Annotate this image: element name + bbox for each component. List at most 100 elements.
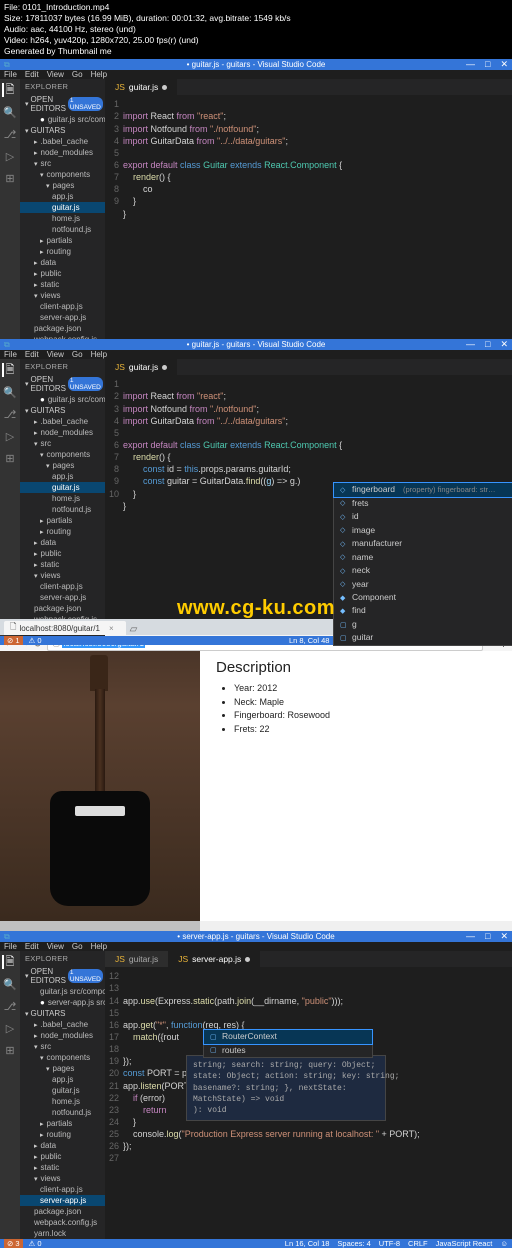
search-icon[interactable]: 🔍 — [3, 105, 17, 119]
tree-item[interactable]: server-app.js — [20, 1195, 105, 1206]
tree-item[interactable]: notfound.js — [20, 1107, 105, 1118]
tab-guitar-js[interactable]: JSguitar.js — [105, 359, 177, 375]
maximize-icon[interactable]: □ — [485, 931, 490, 942]
tree-item[interactable]: notfound.js — [20, 224, 105, 235]
tree-item[interactable]: ▸ routing — [20, 1129, 105, 1140]
tree-item[interactable]: home.js — [20, 213, 105, 224]
suggestion-item[interactable]: ◇year — [334, 578, 512, 591]
extensions-icon[interactable]: ⊞ — [3, 1043, 17, 1057]
tree-item[interactable]: ▾ components — [20, 449, 105, 460]
tree-item[interactable]: ▸ data — [20, 1140, 105, 1151]
tree-item[interactable]: webpack.config.js — [20, 1217, 105, 1228]
open-editor-file[interactable]: ●guitar.js src/components/... — [20, 394, 105, 405]
status-errors[interactable]: ⊘ 1 — [4, 636, 23, 645]
menu-view[interactable]: View — [47, 942, 64, 951]
open-editor-file[interactable]: ●guitar.js src/components/... — [20, 114, 105, 125]
project-header[interactable]: ▾GUITARS — [20, 1008, 105, 1019]
tree-item[interactable]: ▸ routing — [20, 246, 105, 257]
debug-icon[interactable]: ▷ — [3, 149, 17, 163]
tree-item[interactable]: server-app.js — [20, 592, 105, 603]
code-area[interactable]: 123456789 import React from "react"; imp… — [105, 95, 512, 356]
minimize-icon[interactable]: — — [466, 931, 475, 942]
open-editors-header[interactable]: ▾OPEN EDITORS1 UNSAVED — [20, 966, 105, 986]
chrome-tab[interactable]: 🗋localhost:8080/guitar/1× — [4, 621, 126, 635]
suggestion-item[interactable]: ◇fingerboard(property) fingerboard: str… — [333, 482, 512, 497]
tree-item[interactable]: guitar.js — [20, 202, 105, 213]
close-icon[interactable]: ✕ — [500, 59, 508, 70]
status-errors[interactable]: ⊘ 3 — [4, 1239, 23, 1248]
tree-item[interactable]: ▸ .babel_cache — [20, 136, 105, 147]
debug-icon[interactable]: ▷ — [3, 1021, 17, 1035]
menu-help[interactable]: Help — [91, 350, 107, 359]
suggestion-item[interactable]: ▢guitar — [334, 631, 512, 644]
tab-server-app-js[interactable]: JSserver-app.js — [168, 951, 260, 967]
minimize-icon[interactable]: — — [466, 59, 475, 70]
suggestion-item[interactable]: ◇manufacturer — [334, 537, 512, 550]
close-tab-icon[interactable]: × — [109, 624, 114, 633]
status-cursor[interactable]: Ln 8, Col 48 — [289, 636, 329, 645]
extensions-icon[interactable]: ⊞ — [3, 171, 17, 185]
debug-icon[interactable]: ▷ — [3, 429, 17, 443]
tree-item[interactable]: yarn.lock — [20, 1228, 105, 1239]
menu-file[interactable]: File — [4, 350, 17, 359]
status-cursor[interactable]: Ln 16, Col 18 — [285, 1239, 330, 1248]
close-icon[interactable]: ✕ — [500, 931, 508, 942]
menu-go[interactable]: Go — [72, 350, 83, 359]
tree-item[interactable]: ▾ views — [20, 290, 105, 301]
menu-go[interactable]: Go — [72, 70, 83, 79]
intellisense-popup[interactable]: ◇fingerboard(property) fingerboard: str…… — [333, 482, 512, 646]
menu-edit[interactable]: Edit — [25, 350, 39, 359]
tree-item[interactable]: ▾ src — [20, 158, 105, 169]
tree-item[interactable]: ▸ node_modules — [20, 147, 105, 158]
open-editor-file[interactable]: guitar.js src/components/... — [20, 986, 105, 997]
tree-item[interactable]: app.js — [20, 191, 105, 202]
titlebar[interactable]: ⧉ • guitar.js - guitars - Visual Studio … — [0, 339, 512, 350]
suggestion-item[interactable]: ◇image — [334, 524, 512, 537]
new-tab-button[interactable]: ▱ — [126, 624, 142, 635]
tree-item[interactable]: home.js — [20, 493, 105, 504]
tree-item[interactable]: server-app.js — [20, 312, 105, 323]
tree-item[interactable]: ▸ partials — [20, 515, 105, 526]
minimize-icon[interactable]: — — [466, 339, 475, 350]
tree-item[interactable]: package.json — [20, 603, 105, 614]
open-editors-header[interactable]: ▾OPEN EDITORS1 UNSAVED — [20, 94, 105, 114]
maximize-icon[interactable]: □ — [485, 339, 490, 350]
tree-item[interactable]: guitar.js — [20, 482, 105, 493]
tree-item[interactable]: notfound.js — [20, 504, 105, 515]
suggestion-item[interactable]: ◇name — [334, 551, 512, 564]
tab-guitar-js[interactable]: JSguitar.js — [105, 951, 168, 967]
menu-view[interactable]: View — [47, 350, 64, 359]
suggestion-item[interactable]: ▢g — [334, 618, 512, 631]
tree-item[interactable]: ▸ .babel_cache — [20, 416, 105, 427]
tree-item[interactable]: app.js — [20, 1074, 105, 1085]
maximize-icon[interactable]: □ — [485, 59, 490, 70]
suggestion-item[interactable]: ▢routes — [204, 1044, 372, 1057]
search-icon[interactable]: 🔍 — [3, 385, 17, 399]
tree-item[interactable]: ▾ pages — [20, 1063, 105, 1074]
suggestion-item[interactable]: ◆find — [334, 604, 512, 617]
titlebar[interactable]: ⧉ • guitar.js - guitars - Visual Studio … — [0, 59, 512, 70]
search-icon[interactable]: 🔍 — [3, 977, 17, 991]
project-header[interactable]: ▾GUITARS — [20, 405, 105, 416]
tree-item[interactable]: ▾ src — [20, 438, 105, 449]
tree-item[interactable]: ▸ static — [20, 1162, 105, 1173]
tree-item[interactable]: ▸ routing — [20, 526, 105, 537]
tree-item[interactable]: client-app.js — [20, 301, 105, 312]
code-area[interactable]: 12131415161718192021222324252627 app.use… — [105, 967, 512, 1239]
code-area[interactable]: 12345678910 import React from "react"; i… — [105, 375, 512, 636]
tree-item[interactable]: client-app.js — [20, 1184, 105, 1195]
tree-item[interactable]: client-app.js — [20, 581, 105, 592]
tree-item[interactable]: ▾ components — [20, 169, 105, 180]
code-content[interactable]: import React from "react"; import Notfou… — [123, 95, 512, 356]
status-eol[interactable]: CRLF — [408, 1239, 428, 1248]
status-encoding[interactable]: UTF-8 — [379, 1239, 400, 1248]
tree-item[interactable]: ▸ static — [20, 279, 105, 290]
explorer-icon[interactable]: 🗎 — [2, 83, 16, 97]
status-spaces[interactable]: Spaces: 4 — [337, 1239, 370, 1248]
menu-help[interactable]: Help — [91, 942, 107, 951]
code-content[interactable]: app.use(Express.static(path.join(__dirna… — [123, 967, 512, 1239]
tree-item[interactable]: app.js — [20, 471, 105, 482]
project-header[interactable]: ▾GUITARS — [20, 125, 105, 136]
explorer-icon[interactable]: 🗎 — [2, 363, 16, 377]
status-language[interactable]: JavaScript React — [436, 1239, 493, 1248]
